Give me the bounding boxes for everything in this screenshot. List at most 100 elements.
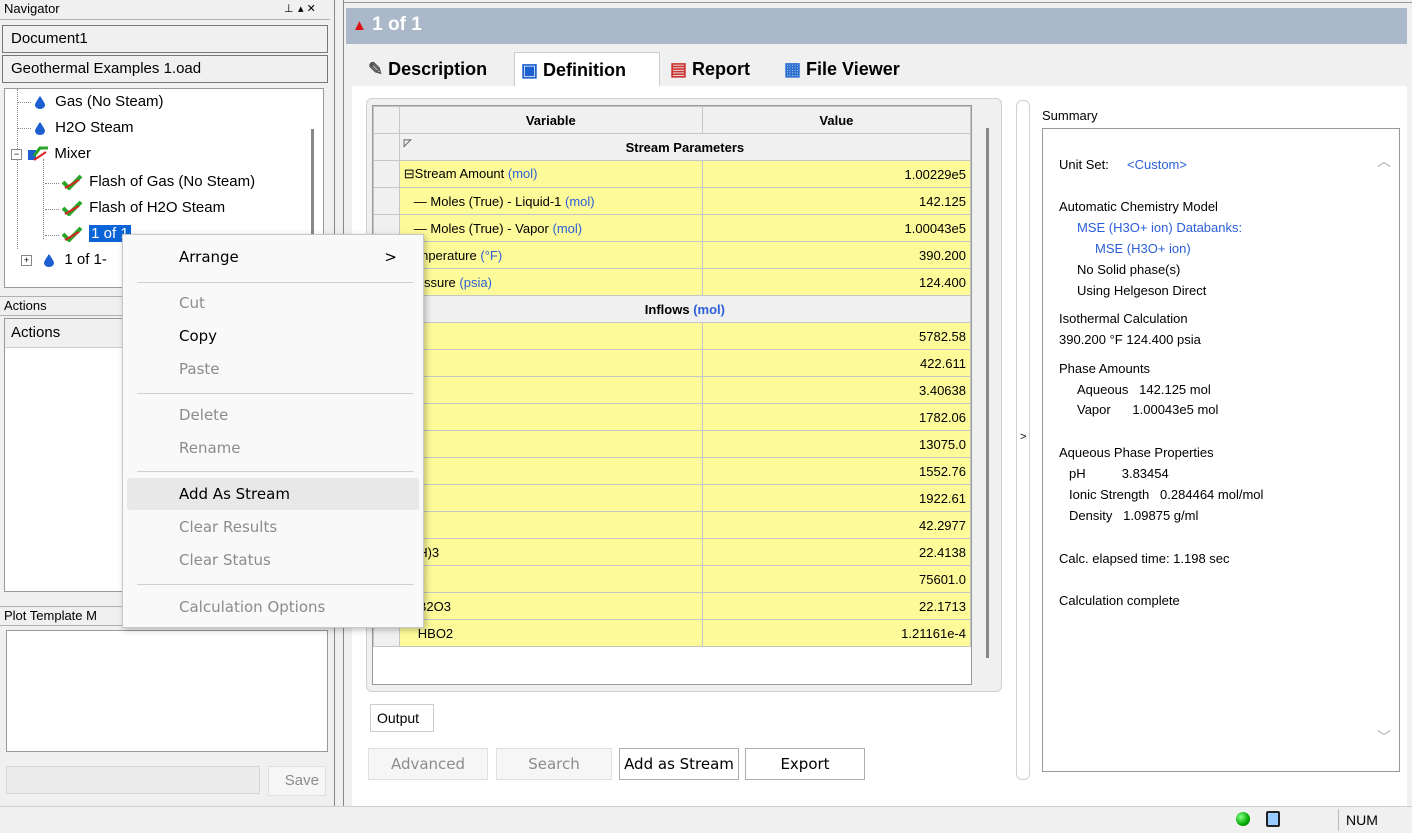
search-button[interactable]: Search (496, 748, 612, 780)
inflow-value[interactable]: 42.2977 (701, 511, 971, 539)
tab-report[interactable]: ▤ Report (664, 52, 774, 86)
tree-item-gas-no-steam[interactable]: Gas (No Steam) (35, 91, 164, 113)
param-row[interactable]: Pressure (psia) 124.400 (373, 268, 971, 296)
section-inflows[interactable]: Inflows (mol) (398, 295, 971, 323)
tree-scrollbar[interactable] (311, 129, 314, 239)
inflow-row[interactable]: I2O75601.0 (373, 565, 971, 593)
menu-item-paste[interactable]: Paste (127, 353, 419, 385)
col-header-value[interactable]: Value (701, 106, 971, 134)
tree-item-1-of-1[interactable]: 1 of 1 (61, 223, 131, 245)
inflow-value[interactable]: 13075.0 (701, 430, 971, 458)
inflow-row[interactable]: IH31552.76 (373, 457, 971, 485)
pin-icon[interactable]: ⊥ (284, 0, 294, 18)
inflow-value[interactable]: 1922.61 (701, 484, 971, 512)
tree-item-mixer[interactable]: − Mixer (11, 143, 91, 165)
inflow-row[interactable]: O213075.0 (373, 430, 971, 458)
document-item-0[interactable]: Document1 (2, 25, 328, 53)
param-row[interactable]: ⊟Stream Amount (mol) 1.00229e5 (373, 160, 971, 188)
scroll-up-icon[interactable]: ︿ (1377, 151, 1391, 171)
inflow-value[interactable]: 75601.0 (701, 565, 971, 593)
context-menu[interactable]: Arrange > Cut Copy Paste Delete Rename Ad… (122, 234, 424, 628)
inflow-value[interactable]: 22.4138 (701, 538, 971, 566)
databank-line-1[interactable]: MSE (H3O+ ion) Databanks: (1077, 220, 1242, 235)
inflow-row[interactable]: ICl42.2977 (373, 511, 971, 539)
tab-file-viewer[interactable]: ▦ File Viewer (778, 52, 928, 86)
expander-icon[interactable]: ⊟ (404, 166, 415, 181)
col-header-variable[interactable]: Variable (398, 106, 703, 134)
aq-properties: Aqueous Phase Properties (1059, 445, 1214, 460)
menu-item-rename[interactable]: Rename (127, 432, 419, 464)
menu-item-add-as-stream[interactable]: Add As Stream (127, 478, 419, 510)
grid-scrollbar[interactable] (986, 128, 989, 658)
param-value[interactable]: 1.00043e5 (701, 214, 971, 242)
tree-item-flash-gas[interactable]: Flash of Gas (No Steam) (61, 171, 255, 193)
param-unit[interactable]: (mol) (565, 194, 595, 209)
tab-definition[interactable]: ▣ Definition (514, 52, 660, 86)
param-value[interactable]: 124.400 (701, 268, 971, 296)
tab-description[interactable]: ✎ Description (362, 52, 510, 86)
inflow-row[interactable]: HBO2 1.21161e-4 (373, 619, 971, 647)
param-row[interactable]: Temperature (°F) 390.200 (373, 241, 971, 269)
panel-controls[interactable]: ▴ ✕ (298, 0, 316, 18)
menu-item-copy[interactable]: Copy (127, 320, 419, 352)
navigator-title-bar: Navigator ⊥ ▴ ✕ (0, 0, 330, 20)
inflow-row[interactable]: I2S1782.06 (373, 403, 971, 431)
tree-item-flash-h2o[interactable]: Flash of H2O Steam (61, 197, 225, 219)
plot-name-field[interactable] (6, 766, 260, 794)
param-unit[interactable]: (mol) (552, 221, 582, 236)
collapse-icon[interactable]: − (11, 148, 22, 160)
section-stream-parameters[interactable]: ◸ Stream Parameters (398, 133, 971, 161)
menu-item-clear-status[interactable]: Clear Status (127, 544, 419, 576)
inflow-value[interactable]: 1.21161e-4 (701, 619, 971, 647)
summary-panel[interactable]: Unit Set: <Custom> Automatic Chemistry M… (1042, 128, 1400, 772)
inflow-value[interactable]: 5782.58 (701, 322, 971, 350)
inflow-value[interactable]: 422.611 (701, 349, 971, 377)
param-row[interactable]: — Moles (True) - Vapor (mol) 1.00043e5 (373, 214, 971, 242)
tree-item-1-of-1-dash[interactable]: + 1 of 1- (21, 249, 107, 271)
inflow-value[interactable]: 1552.76 (701, 457, 971, 485)
tree-item-h2o-steam[interactable]: H2O Steam (35, 117, 134, 139)
menu-item-clear-results[interactable]: Clear Results (127, 511, 419, 543)
param-row[interactable]: — Moles (True) - Liquid-1 (mol) 142.125 (373, 187, 971, 215)
inflow-value[interactable]: 1782.06 (701, 403, 971, 431)
document-item-1[interactable]: Geothermal Examples 1.oad (2, 55, 328, 83)
menu-item-delete[interactable]: Delete (127, 399, 419, 431)
inflow-value[interactable]: 22.1713 (701, 592, 971, 620)
param-unit[interactable]: (psia) (459, 275, 492, 290)
summary-expander[interactable]: > (1016, 100, 1030, 780)
param-value[interactable]: 1.00229e5 (701, 160, 971, 188)
advanced-button[interactable]: Advanced (368, 748, 488, 780)
file-viewer-icon: ▦ (784, 59, 802, 79)
unit-set-link[interactable]: <Custom> (1127, 157, 1187, 172)
tab-output[interactable]: Output (370, 704, 434, 732)
export-button[interactable]: Export (745, 748, 865, 780)
calc-complete: Calculation complete (1059, 593, 1180, 608)
plot-template-list[interactable] (6, 630, 328, 752)
param-value[interactable]: 142.125 (701, 187, 971, 215)
navigator-title: Navigator (4, 1, 60, 16)
drop-icon (35, 121, 45, 135)
section-unit[interactable]: (mol) (693, 302, 725, 317)
inflow-row[interactable]: H41922.61 (373, 484, 971, 512)
menu-item-cut[interactable]: Cut (127, 287, 419, 319)
databank-line-2[interactable]: MSE (H3O+ ion) (1095, 241, 1191, 256)
collapse-triangle-icon[interactable]: ◸ (404, 138, 412, 149)
expand-icon[interactable]: + (21, 254, 32, 266)
inflow-value[interactable]: 3.40638 (701, 376, 971, 404)
inflow-row[interactable]: I2422.611 (373, 349, 971, 377)
inflow-row[interactable]: (OH)322.4138 (373, 538, 971, 566)
inflow-row[interactable]: r3.40638 (373, 376, 971, 404)
menu-item-arrange[interactable]: Arrange > (127, 241, 419, 273)
definition-grid[interactable]: Variable Value ◸ Stream Parameters ⊟Stre… (372, 105, 972, 685)
scroll-down-icon[interactable]: ﹀ (1377, 727, 1391, 747)
param-unit[interactable]: (°F) (480, 248, 502, 263)
param-value[interactable]: 390.200 (701, 241, 971, 269)
inflow-row[interactable]: B2O3 22.1713 (373, 592, 971, 620)
inflow-row[interactable]: I25782.58 (373, 322, 971, 350)
save-button[interactable]: Save (268, 766, 326, 796)
param-name: Stream Amount (414, 166, 508, 181)
num-lock-indicator: NUM (1346, 812, 1378, 828)
param-unit[interactable]: (mol) (508, 166, 538, 181)
menu-item-calculation-options[interactable]: Calculation Options (127, 591, 419, 623)
add-as-stream-button[interactable]: Add as Stream (619, 748, 739, 780)
